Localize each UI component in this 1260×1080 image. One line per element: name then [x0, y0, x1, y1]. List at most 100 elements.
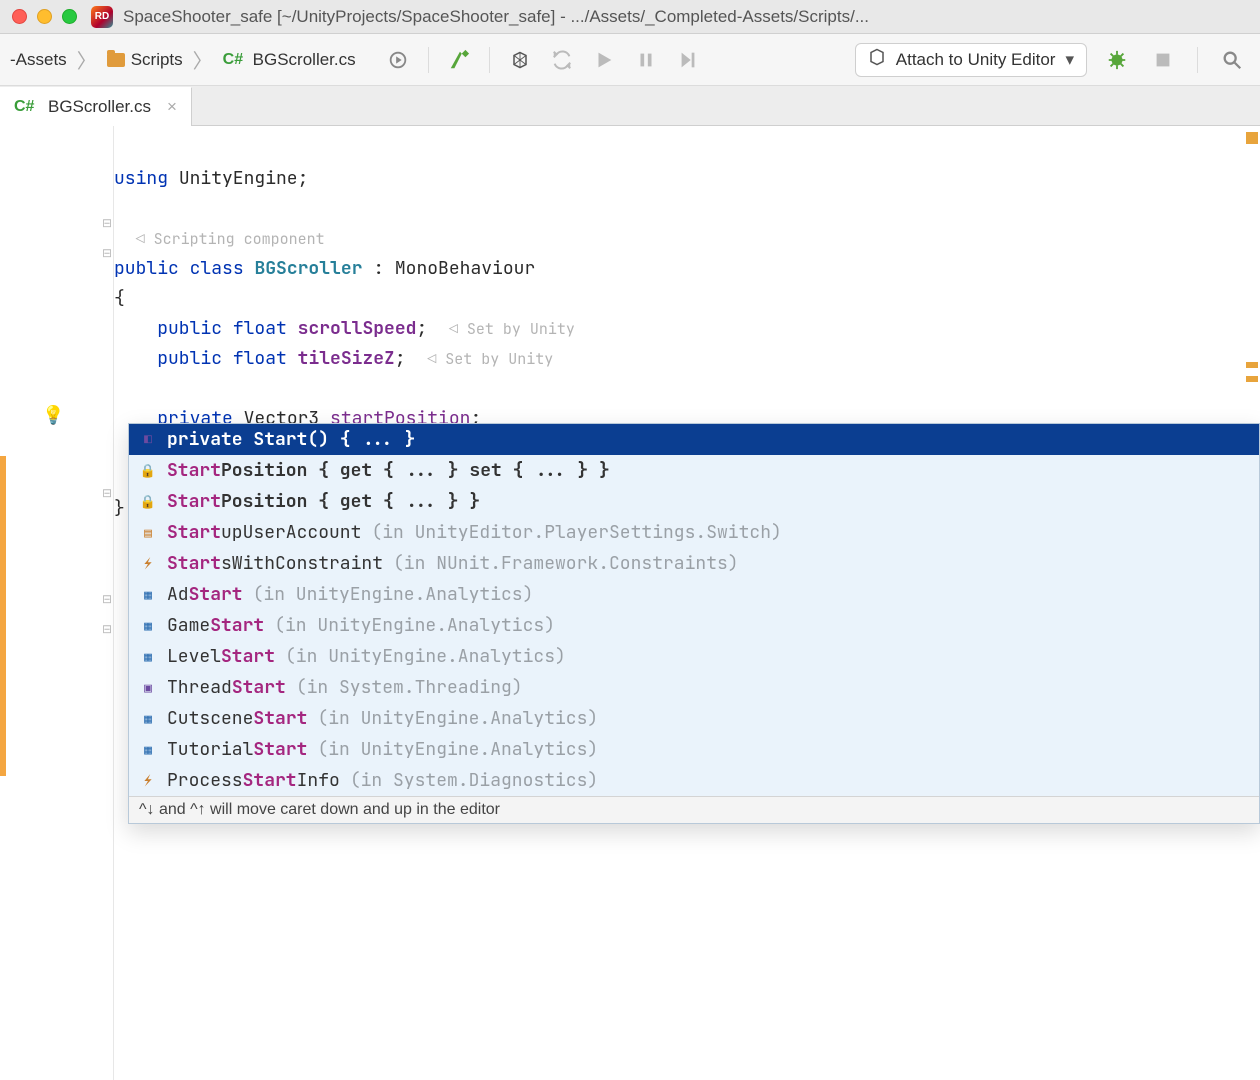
toolbar-separator [1197, 47, 1198, 73]
sync-button[interactable] [546, 46, 578, 74]
completion-popup-footer: ^↓ and ^↑ will move caret down and up in… [129, 796, 1259, 823]
inlay-hint: ◁ Set by Unity [449, 319, 575, 339]
toolbar-separator [489, 47, 490, 73]
completion-item-label: TutorialStart [167, 738, 307, 761]
zoom-window-button[interactable] [62, 9, 77, 24]
vcs-change-marker [0, 456, 6, 776]
main-toolbar: -Assets 〉 Scripts 〉 C# BGScroller.cs [0, 34, 1260, 86]
breadcrumb-segment-scripts[interactable]: Scripts [103, 50, 187, 70]
completion-item-label: StartupUserAccount [167, 521, 361, 544]
title-bar: RD SpaceShooter_safe [~/UnityProjects/Sp… [0, 0, 1260, 34]
close-window-button[interactable] [12, 9, 27, 24]
completion-item[interactable]: 🔒StartPosition { get { ... } } [129, 486, 1259, 517]
completion-item[interactable]: ◧private Start() { ... } [129, 424, 1259, 455]
completion-item-namespace: (in UnityEngine.Analytics) [285, 645, 566, 668]
completion-item[interactable]: ⚡ProcessStartInfo (in System.Diagnostics… [129, 765, 1259, 796]
inspection-marker[interactable] [1246, 376, 1258, 382]
completion-item[interactable]: ▦CutsceneStart (in UnityEngine.Analytics… [129, 703, 1259, 734]
run-configuration-label: Attach to Unity Editor [896, 50, 1056, 70]
fold-toggle-icon[interactable]: ⊟ [102, 246, 112, 260]
completion-item-label: AdStart [167, 583, 243, 606]
window-title: SpaceShooter_safe [~/UnityProjects/Space… [123, 7, 1248, 27]
pause-button[interactable] [630, 46, 662, 74]
breadcrumb-label: Scripts [131, 50, 183, 70]
inspection-warning-marker[interactable] [1246, 132, 1258, 144]
completion-item-namespace: (in UnityEngine.Analytics) [317, 707, 598, 730]
select-open-file-button[interactable] [382, 46, 414, 74]
close-tab-icon[interactable]: × [167, 97, 177, 117]
fold-toggle-icon[interactable]: ⊟ [102, 486, 112, 500]
code-completion-popup[interactable]: ◧private Start() { ... }🔒StartPosition {… [128, 423, 1260, 824]
completion-item[interactable]: ▦LevelStart (in UnityEngine.Analytics) [129, 641, 1259, 672]
completion-item-label: ThreadStart [167, 676, 286, 699]
search-everywhere-button[interactable] [1216, 46, 1248, 74]
completion-item-label: ProcessStartInfo [167, 769, 340, 792]
code-token: float [233, 317, 287, 340]
completion-item[interactable]: ▦TutorialStart (in UnityEngine.Analytics… [129, 734, 1259, 765]
tab-label: BGScroller.cs [48, 97, 151, 117]
completion-item-namespace: (in UnityEditor.PlayerSettings.Switch) [371, 521, 781, 544]
csharp-file-icon: C# [14, 98, 38, 116]
code-token: float [233, 347, 287, 370]
window-controls [12, 9, 77, 24]
breadcrumb-segment-assets[interactable]: -Assets [6, 50, 71, 70]
code-token: scrollSpeed [298, 317, 417, 340]
inlay-hint: ◁ Set by Unity [427, 349, 553, 369]
completion-item[interactable]: ▦AdStart (in UnityEngine.Analytics) [129, 579, 1259, 610]
fold-toggle-icon[interactable]: ⊟ [102, 216, 112, 230]
run-button[interactable] [588, 46, 620, 74]
completion-item-label: GameStart [167, 614, 264, 637]
build-button[interactable] [443, 46, 475, 74]
editor-tabbar: C# BGScroller.cs × [0, 86, 1260, 126]
code-token: UnityEngine [179, 167, 298, 190]
stop-button[interactable] [1147, 46, 1179, 74]
fold-end-icon[interactable]: ⊟ [102, 592, 112, 606]
code-token: public [114, 257, 179, 280]
completion-item-label: StartPosition { get { ... } set { ... } … [167, 459, 610, 482]
toolbar-button-group [382, 46, 704, 74]
inlay-hint: ◁ Scripting component [136, 229, 325, 249]
csharp-file-icon: C# [223, 51, 247, 69]
completion-item-namespace: (in System.Threading) [296, 676, 523, 699]
completion-item-label: StartPosition { get { ... } } [167, 490, 480, 513]
breadcrumb-separator-icon: 〉 [75, 45, 99, 74]
app-icon: RD [91, 6, 113, 28]
tab-bgscroller[interactable]: C# BGScroller.cs × [0, 87, 192, 126]
editor-area: 💡 ⊟ ⊟ ⊟ ⊟ ⊟ using UnityEngine; ◁ Scripti… [0, 126, 1260, 1080]
completion-item-label: private Start() { ... } [167, 428, 415, 451]
run-configuration-dropdown[interactable]: Attach to Unity Editor ▾ [855, 43, 1087, 77]
code-token: tileSizeZ [298, 347, 395, 370]
completion-item[interactable]: ⚡StartsWithConstraint (in NUnit.Framewor… [129, 548, 1259, 579]
toolbar-separator [428, 47, 429, 73]
completion-item-label: LevelStart [167, 645, 275, 668]
completion-item-namespace: (in NUnit.Framework.Constraints) [393, 552, 739, 575]
left-margin [0, 126, 12, 1080]
folder-icon [107, 53, 125, 67]
inspection-marker[interactable] [1246, 362, 1258, 368]
step-button[interactable] [672, 46, 704, 74]
completion-item-namespace: (in UnityEngine.Analytics) [317, 738, 598, 761]
completion-item-label: CutsceneStart [167, 707, 307, 730]
chevron-down-icon: ▾ [1065, 50, 1074, 70]
breadcrumb-segment-file[interactable]: C# BGScroller.cs [219, 50, 360, 70]
code-token: BGScroller [254, 257, 362, 280]
minimize-window-button[interactable] [37, 9, 52, 24]
unity-icon [868, 48, 886, 71]
completion-item[interactable]: ▦GameStart (in UnityEngine.Analytics) [129, 610, 1259, 641]
completion-item[interactable]: 🔒StartPosition { get { ... } set { ... }… [129, 455, 1259, 486]
breadcrumb-label: BGScroller.cs [253, 50, 356, 70]
intention-bulb-icon[interactable]: 💡 [42, 405, 64, 426]
code-token: public [157, 347, 222, 370]
debug-button[interactable] [1101, 46, 1133, 74]
completion-item-namespace: (in UnityEngine.Analytics) [253, 583, 534, 606]
code-token: public [157, 317, 222, 340]
completion-item[interactable]: ▣ThreadStart (in System.Threading) [129, 672, 1259, 703]
completion-item[interactable]: ▤StartupUserAccount (in UnityEditor.Play… [129, 517, 1259, 548]
completion-item-namespace: (in UnityEngine.Analytics) [274, 614, 555, 637]
completion-item-label: StartsWithConstraint [167, 552, 383, 575]
gutter[interactable]: 💡 ⊟ ⊟ ⊟ ⊟ ⊟ [12, 126, 114, 1080]
unity-refresh-button[interactable] [504, 46, 536, 74]
fold-end-icon[interactable]: ⊟ [102, 622, 112, 636]
completion-item-namespace: (in System.Diagnostics) [350, 769, 598, 792]
code-token: using [114, 167, 168, 190]
